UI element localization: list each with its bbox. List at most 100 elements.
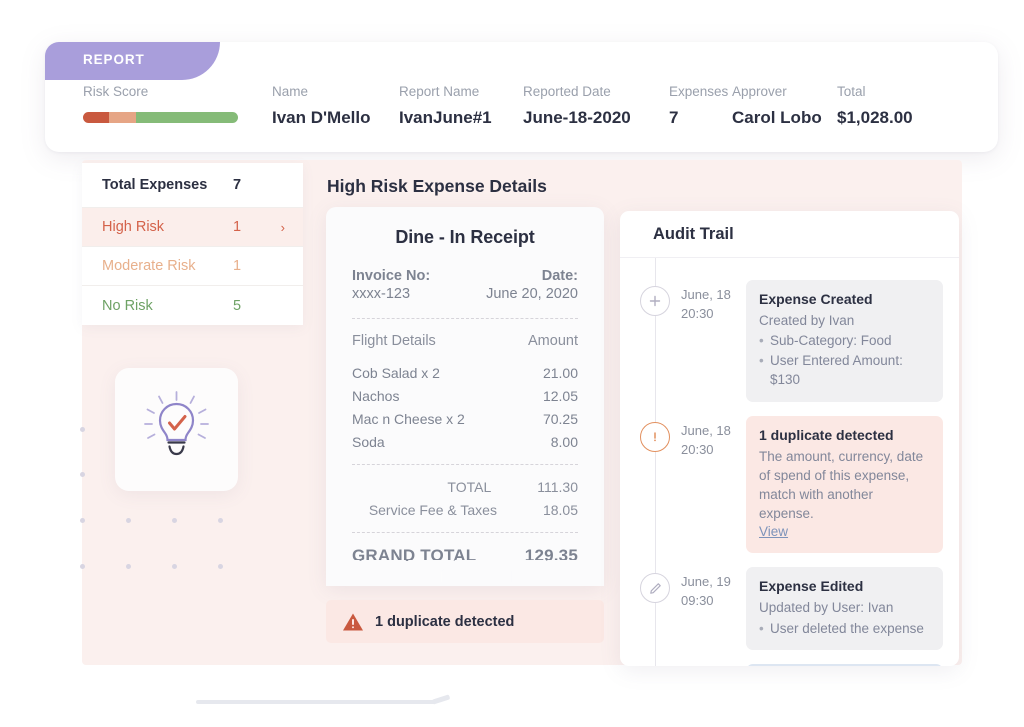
risk-row-no-risk-label: No Risk: [102, 297, 153, 314]
audit-entry-title: Expense Edited: [759, 578, 864, 595]
risk-row-moderate-risk-count: 1: [233, 258, 242, 274]
receipt-meta-values: xxxx-123 June 20, 2020: [352, 286, 578, 302]
risk-bar-segment-none: [135, 112, 238, 123]
audit-entry-bullet: User Entered Amount: $130: [759, 351, 930, 390]
receipt-service-amount: 18.05: [542, 502, 578, 518]
report-tab: REPORT: [45, 42, 220, 80]
warning-triangle-icon: [343, 613, 363, 630]
receipt-service-row: Service Fee & Taxes 18.05: [352, 502, 578, 518]
field-report-name: Report Name IvanJune#1: [399, 84, 523, 128]
risk-row-high-risk-count: 1: [233, 219, 242, 235]
audit-trail-card: Audit Trail June, 18 20:30 Expense Creat…: [620, 211, 959, 666]
receipt-divider-mid: [352, 464, 578, 465]
decorative-dot-grid: [70, 420, 240, 580]
audit-entry[interactable]: June, 19 09:30 Expense Edited Updated by…: [620, 567, 943, 651]
report-summary-card: REPORT Risk Score Name Ivan D'Mello Repo…: [45, 42, 998, 152]
receipt-invoice-label: Invoice No:: [352, 268, 431, 284]
audit-entry-title: 1 duplicate detected: [759, 426, 894, 443]
receipt-item-amount: 70.25: [542, 411, 578, 427]
audit-entry-datetime: June, 18 20:30: [681, 422, 746, 554]
audit-entry-subtitle: Updated by User: Ivan: [759, 600, 894, 616]
field-expenses: Expenses 7: [669, 84, 732, 128]
receipt-invoice-value: xxxx-123: [352, 286, 411, 302]
audit-entry[interactable]: June, 18 20:30 Expense Created Created b…: [620, 280, 943, 402]
risk-row-total-expenses-count: 7: [233, 177, 242, 193]
audit-entry-content: Expense Created Created by Ivan Sub-Cate…: [746, 280, 943, 402]
audit-entry-datetime: June, 18 20:30: [681, 286, 746, 402]
field-approver: Approver Carol Lobo: [732, 84, 837, 128]
risk-row-high-risk[interactable]: High Risk 1 ›: [82, 208, 303, 247]
risk-row-total-expenses[interactable]: Total Expenses 7: [82, 163, 303, 208]
audit-entry-time: 09:30: [681, 593, 714, 609]
page-root: REPORT Risk Score Name Ivan D'Mello Repo…: [0, 0, 1024, 727]
report-fields: Risk Score Name Ivan D'Mello Report Name…: [45, 84, 998, 128]
field-approver-value: Carol Lobo: [732, 108, 822, 127]
field-risk-score-label: Risk Score: [83, 84, 149, 99]
pencil-circle-icon: [640, 573, 670, 604]
field-total-value: $1,028.00: [837, 108, 913, 127]
receipt-line-item: Cob Salad x 2 21.00: [352, 365, 578, 381]
risk-row-moderate-risk-label: Moderate Risk: [102, 258, 196, 274]
audit-entry-subtitle: Created by Ivan: [759, 313, 855, 328]
receipt-column-headers: Flight Details Amount: [352, 333, 578, 349]
receipt-meta-headers: Invoice No: Date:: [352, 268, 578, 284]
risk-row-high-risk-label: High Risk: [102, 219, 165, 235]
receipt-title: Dine - In Receipt: [395, 227, 535, 247]
receipt-line-item: Soda 8.00: [352, 434, 578, 450]
audit-entry-bullet: Sub-Category: Food: [759, 331, 930, 351]
field-expenses-value: 7: [669, 108, 679, 127]
audit-entry-content: Expense Edited Updated by User: Ivan Use…: [746, 567, 943, 651]
audit-entry-subtitle: The amount, currency, date of spend of t…: [759, 448, 924, 522]
risk-bar-segment-high: [83, 112, 110, 123]
audit-trail-body: June, 18 20:30 Expense Created Created b…: [620, 258, 959, 666]
risk-row-total-expenses-label: Total Expenses: [102, 177, 208, 193]
audit-entry-bullets: User deleted the expense: [759, 619, 930, 639]
audit-entry-bullets: Sub-Category: Food User Entered Amount: …: [759, 331, 930, 390]
receipt-total-amount: 111.30: [537, 479, 578, 495]
audit-trail-title: Audit Trail: [620, 211, 959, 258]
receipt-item-amount: 12.05: [542, 388, 578, 404]
risk-row-no-risk[interactable]: No Risk 5: [82, 286, 303, 325]
risk-bar-segment-moderate: [109, 112, 136, 123]
receipt-item-name: Mac n Cheese x 2: [352, 411, 465, 427]
audit-entry-date: June, 18: [681, 422, 731, 438]
field-name-label: Name: [272, 84, 309, 99]
receipt-total-label: TOTAL: [447, 479, 492, 495]
field-total-label: Total: [837, 84, 866, 99]
risk-row-moderate-risk[interactable]: Moderate Risk 1: [82, 247, 303, 286]
field-report-name-label: Report Name: [399, 84, 480, 99]
audit-entry-view-link[interactable]: View: [759, 524, 788, 539]
report-tab-label: REPORT: [83, 52, 145, 67]
audit-entry-bullet: User deleted the expense: [759, 619, 930, 639]
receipt-col-amount: Amount: [528, 333, 578, 349]
audit-entry-content: 1 duplicate detected The amount, currenc…: [746, 415, 943, 554]
audit-entry-content: Expense Approved Approved by User: Carol: [746, 664, 943, 666]
receipt-date-label: Date:: [541, 268, 578, 284]
field-total: Total $1,028.00: [837, 84, 913, 128]
audit-entry-time: 20:30: [681, 441, 714, 457]
field-expenses-label: Expenses: [669, 84, 729, 99]
receipt-zigzag-edge: [326, 560, 604, 582]
field-risk-score: Risk Score: [83, 84, 272, 123]
receipt-line-item: Nachos 12.05: [352, 388, 578, 404]
risk-row-no-risk-count: 5: [233, 297, 242, 314]
decorative-bottom-line: [196, 700, 436, 704]
receipt-line-item: Mac n Cheese x 2 70.25: [352, 411, 578, 427]
receipt-col-details: Flight Details: [352, 333, 436, 349]
chevron-right-icon[interactable]: ›: [271, 220, 285, 235]
field-approver-label: Approver: [732, 84, 787, 99]
receipt-item-amount: 8.00: [550, 434, 578, 450]
duplicate-detected-banner: 1 duplicate detected: [326, 600, 604, 643]
duplicate-detected-text: 1 duplicate detected: [375, 613, 515, 630]
field-name-value: Ivan D'Mello: [272, 108, 371, 127]
field-report-name-value: IvanJune#1: [399, 108, 492, 127]
risk-score-bar: [83, 112, 238, 123]
receipt-total-row: TOTAL 111.30: [352, 479, 578, 495]
receipt-item-name: Cob Salad x 2: [352, 365, 440, 381]
risk-category-list: Total Expenses 7 High Risk 1 › Moderate …: [82, 163, 303, 325]
audit-entry[interactable]: June, 18 20:30 1 duplicate detected The …: [620, 415, 943, 554]
field-name: Name Ivan D'Mello: [272, 84, 399, 128]
receipt-service-label: Service Fee & Taxes: [368, 502, 497, 518]
audit-entry[interactable]: June, 19 15:30 Expense Approved Approved…: [620, 664, 943, 666]
audit-entry-datetime: June, 19 09:30: [681, 573, 746, 650]
